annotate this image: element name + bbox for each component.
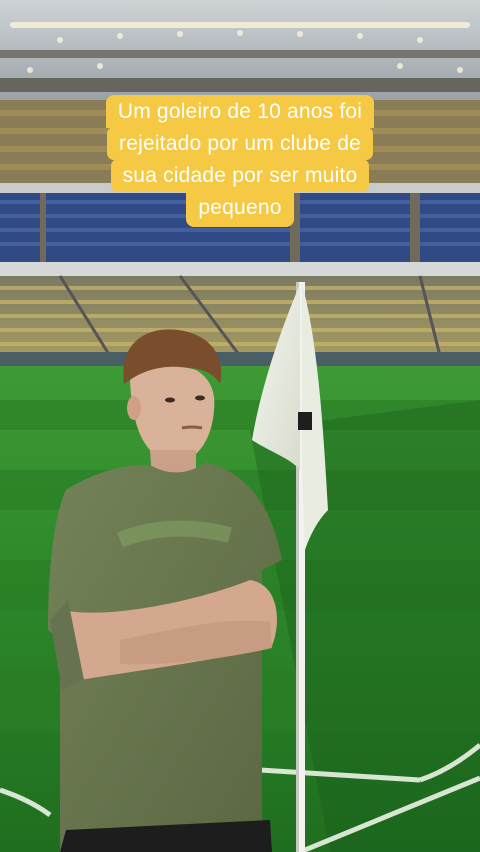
caption-line-1: Um goleiro de 10 anos foi [105,95,375,128]
caption-line-2: rejeitado por um clube de [107,127,373,160]
caption-line-3: sua cidade por ser muito [110,159,370,192]
video-frame: Um goleiro de 10 anos foi rejeitado por … [0,0,480,852]
video-caption: Um goleiro de 10 anos foi rejeitado por … [0,95,480,227]
caption-line-4: pequeno [186,191,294,227]
